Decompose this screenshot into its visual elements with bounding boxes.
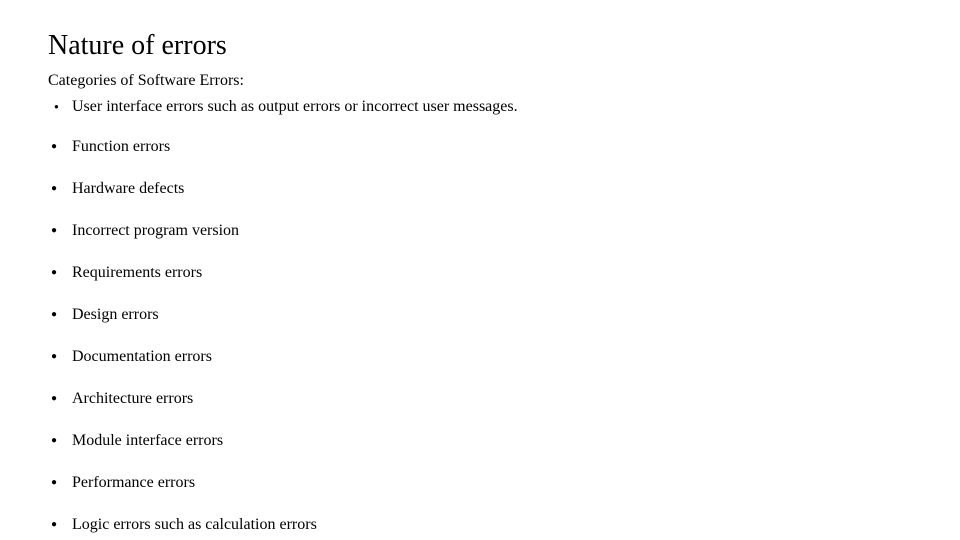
page-title: Nature of errors: [48, 30, 960, 62]
list-item: ● Requirements errors: [48, 264, 960, 282]
list-item: ● Performance errors: [48, 474, 960, 492]
list-item-text: Module interface errors: [72, 432, 223, 450]
list-item-text: Incorrect program version: [72, 222, 239, 240]
list-item-text: Logic errors such as calculation errors: [72, 516, 317, 534]
list-item-text: Architecture errors: [72, 390, 193, 408]
bullet-icon: ●: [48, 103, 72, 111]
list-item: ● Hardware defects: [48, 180, 960, 198]
bullet-icon: ●: [48, 436, 72, 446]
list-item: ● Logic errors such as calculation error…: [48, 516, 960, 534]
list-item-text: Function errors: [72, 138, 170, 156]
list-item-text: Documentation errors: [72, 348, 212, 366]
page-subtitle: Categories of Software Errors:: [48, 72, 960, 90]
list-item-text: User interface errors such as output err…: [72, 98, 518, 116]
bullet-icon: ●: [48, 184, 72, 194]
list-item-text: Performance errors: [72, 474, 195, 492]
bullet-icon: ●: [48, 478, 72, 488]
list-item: ● Documentation errors: [48, 348, 960, 366]
list-item: ● Incorrect program version: [48, 222, 960, 240]
bullet-icon: ●: [48, 310, 72, 320]
list-item: ● Design errors: [48, 306, 960, 324]
error-categories-list: ● User interface errors such as output e…: [48, 98, 960, 534]
bullet-icon: ●: [48, 268, 72, 278]
list-item-text: Design errors: [72, 306, 159, 324]
bullet-icon: ●: [48, 142, 72, 152]
list-item: ● Architecture errors: [48, 390, 960, 408]
list-item-text: Hardware defects: [72, 180, 184, 198]
bullet-icon: ●: [48, 352, 72, 362]
bullet-icon: ●: [48, 394, 72, 404]
bullet-icon: ●: [48, 520, 72, 530]
bullet-icon: ●: [48, 226, 72, 236]
list-item: ● User interface errors such as output e…: [48, 98, 960, 116]
list-item: ● Module interface errors: [48, 432, 960, 450]
list-item-text: Requirements errors: [72, 264, 202, 282]
list-item: ● Function errors: [48, 138, 960, 156]
